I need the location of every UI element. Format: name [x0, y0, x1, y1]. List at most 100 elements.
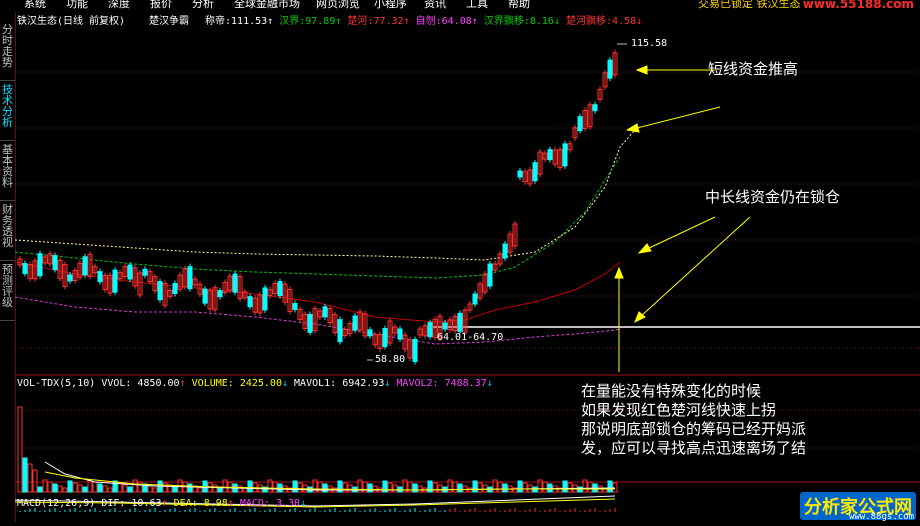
volume-bar: [387, 482, 393, 493]
value-hanjie-drift: 8.16: [529, 16, 554, 27]
security-status: 交易已锁定 铁汉生态: [698, 0, 801, 10]
volume-header: VOL-TDX(5,10) VVOL: 4850.00↑ VOLUME: 242…: [17, 378, 493, 390]
value-chengdi-label: 称帝:: [205, 16, 232, 27]
volume-bar: [52, 483, 58, 493]
menu-item-help[interactable]: 帮助: [508, 0, 530, 10]
macd-value: MACD: 3.30: [239, 498, 301, 509]
volume-bar: [92, 481, 98, 493]
candle-body: [352, 315, 358, 331]
volume-bar: [137, 481, 143, 493]
value-chuhe-drift-arrow: ↓: [636, 16, 643, 27]
volume-arrow: ↓: [281, 378, 288, 389]
dea-value: DEA: 8.98: [173, 498, 228, 509]
volume-bar: [347, 484, 353, 493]
vvol-arrow: ↑: [179, 378, 186, 389]
volume-bar: [432, 482, 438, 493]
volume-bar: [522, 482, 528, 493]
volume-bar: [122, 484, 128, 493]
volume-bar: [272, 481, 278, 493]
volume-bar: [27, 463, 33, 493]
candle-body: [172, 282, 178, 294]
volume-bar: [247, 480, 253, 493]
macd-name: MACD(12,26,9): [17, 498, 96, 509]
vol-name: VOL-TDX(5,10): [17, 378, 96, 389]
volume-bar: [97, 483, 103, 493]
menu-item-system[interactable]: 系统: [24, 0, 46, 10]
value-ziwen-arrow: ↑: [471, 16, 478, 27]
annotation-short-term: 短线资金推高: [708, 60, 799, 78]
volume-bar: [57, 485, 63, 493]
menu-item-web[interactable]: 网页浏览: [316, 0, 360, 10]
volume-bar: [127, 486, 133, 493]
volume-bar: [392, 484, 398, 493]
chart-area[interactable]: 铁汉生态(日线 前复权) 楚汉争霸 称帝:111.53↑ 汉界:97.89↑ 楚…: [14, 12, 920, 522]
macd-arrow: ↓: [300, 498, 307, 509]
candle-body: [427, 322, 433, 338]
dif-value: DIF: 10.63: [101, 498, 162, 509]
volume-bar: [17, 406, 23, 493]
candle-body: [127, 264, 133, 280]
candle-body: [472, 293, 478, 305]
volume-bar: [412, 483, 418, 493]
value-hanjie-drift-arrow: ↓: [553, 16, 560, 27]
candle-body: [397, 328, 403, 340]
candle-body: [142, 268, 148, 276]
mavol2-value: MAVOL2: 7488.37: [396, 378, 487, 389]
menu-item-depth[interactable]: 深度: [108, 0, 130, 10]
candle-body: [442, 322, 448, 330]
candle-body: [607, 59, 613, 79]
tab-forecast-rating[interactable]: 预测评级: [0, 264, 15, 321]
volume-bar: [532, 486, 538, 493]
tab-financials[interactable]: 财务透视: [0, 204, 15, 261]
annotation-line-4: 发，应可以寻找高点迅速离场了结: [581, 439, 807, 457]
candle-body: [202, 288, 208, 304]
volume-bar: [112, 480, 118, 493]
watermark-url: www.88gs.com: [848, 512, 914, 522]
candle-body: [187, 266, 193, 290]
menu-bar: 系统 功能 深度 报价 分析 全球金融市场 网页浏览 小程序 资讯 工具 帮助 …: [0, 0, 920, 12]
volume-bar: [237, 485, 243, 493]
candle-body: [337, 319, 343, 343]
site-watermark: www.55188.com: [802, 0, 914, 11]
volume-bar: [322, 483, 328, 493]
arrow-long-term-2: [639, 216, 751, 318]
volume-bar: [497, 481, 503, 493]
tab-technical-analysis[interactable]: 技术分析: [0, 84, 15, 141]
volume-bar: [482, 484, 488, 493]
candle-body: [232, 273, 238, 293]
annotation-line-1: 在量能没有特殊变化的时候: [581, 382, 762, 400]
menu-item-function[interactable]: 功能: [66, 0, 88, 10]
menu-item-global-market[interactable]: 全球金融市场: [234, 0, 300, 10]
candle-body: [112, 269, 118, 293]
mavol2-arrow: ↓: [486, 378, 493, 389]
tab-fundamentals[interactable]: 基本资料: [0, 144, 15, 201]
tab-intraday[interactable]: 分时走势: [0, 24, 15, 81]
value-hanjie-arrow: ↑: [335, 16, 342, 27]
volume-bar: [152, 487, 158, 493]
menu-item-news[interactable]: 资讯: [424, 0, 446, 10]
candle-body: [157, 281, 163, 301]
candle-body: [577, 116, 583, 132]
volume-bar: [472, 480, 478, 493]
dif-arrow: ↑: [161, 498, 168, 509]
volume-bar: [72, 482, 78, 493]
menu-item-mini-program[interactable]: 小程序: [374, 0, 407, 10]
candle-body: [502, 243, 508, 259]
candle-body: [412, 339, 418, 363]
volume-bar: [607, 480, 613, 493]
menu-item-analysis[interactable]: 分析: [192, 0, 214, 10]
candle-body: [532, 162, 538, 182]
value-ziwen-label: 自刎:: [415, 16, 442, 27]
white-ma-line: [14, 129, 636, 261]
volume-bar: [67, 480, 73, 493]
arrow-short-term-2: [632, 106, 721, 130]
volume-bar: [517, 480, 523, 493]
annotation-long-term: 中长线资金仍在锁仓: [705, 188, 841, 206]
volume-bar: [187, 483, 193, 493]
menu-item-quote[interactable]: 报价: [150, 0, 172, 10]
menu-item-tools[interactable]: 工具: [466, 0, 488, 10]
indicator-name: 楚汉争霸: [149, 16, 189, 27]
value-ziwen: 64.08: [441, 16, 472, 27]
candle-body: [457, 312, 463, 332]
macd-header: MACD(12,26,9) DIF: 10.63↑ DEA: 8.98↑ MAC…: [17, 498, 306, 510]
